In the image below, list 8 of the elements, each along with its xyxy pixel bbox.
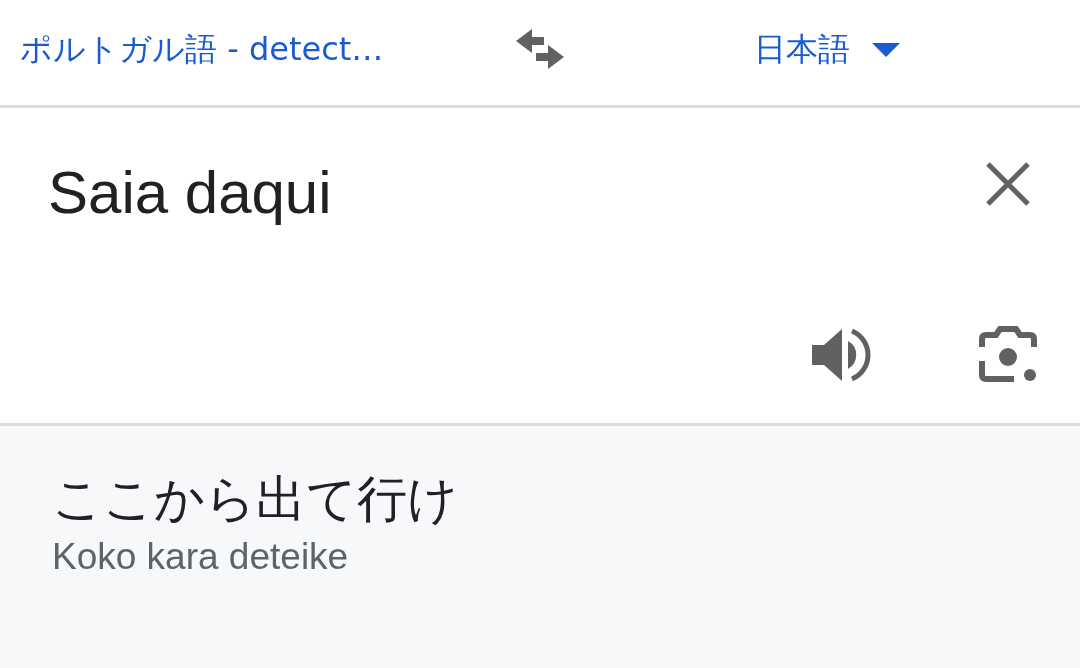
target-language-button[interactable]: 日本語	[754, 24, 900, 73]
input-field[interactable]: Saia daqui	[48, 148, 928, 238]
source-language-button[interactable]: ポルトガル語 - detect…	[20, 24, 480, 73]
close-icon[interactable]	[984, 160, 1032, 208]
romanization-text: Koko kara deteike	[52, 535, 350, 579]
translation-text: ここから出て行け	[52, 469, 459, 530]
caret-icon	[872, 40, 900, 57]
camera-icon[interactable]	[978, 325, 1040, 385]
